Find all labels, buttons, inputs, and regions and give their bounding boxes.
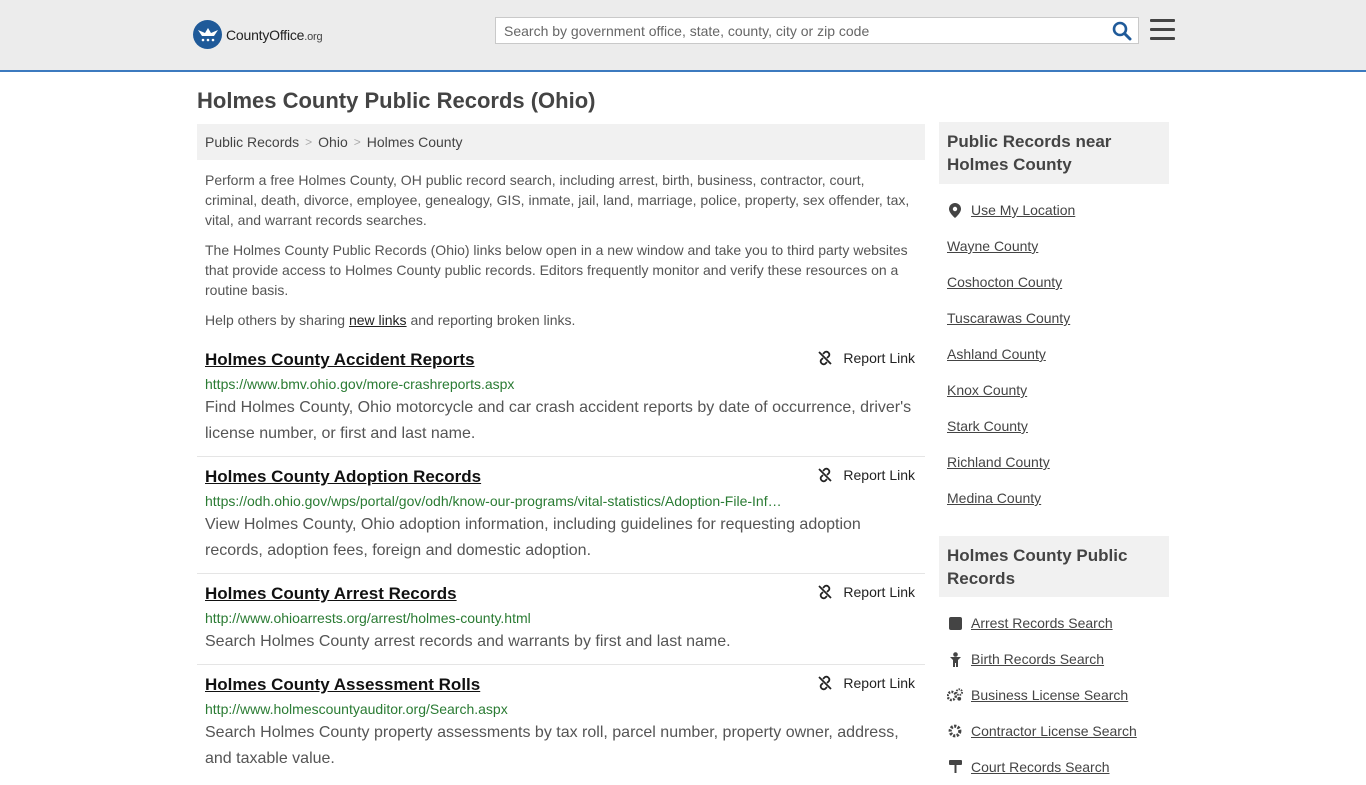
record-item: Holmes County Adoption Records https://o… [197, 466, 925, 574]
map-pin-icon [947, 202, 963, 218]
search-icon[interactable] [1112, 21, 1132, 41]
use-my-location-link[interactable]: Use My Location [971, 202, 1075, 218]
logo-seal-icon [193, 20, 222, 49]
breadcrumb-public-records[interactable]: Public Records [205, 134, 299, 150]
nearby-county-link[interactable]: Tuscarawas County [947, 310, 1070, 326]
record-link-item[interactable]: Birth Records Search [947, 641, 1169, 677]
nearby-county-item[interactable]: Richland County [947, 444, 1169, 480]
gavel-icon [947, 759, 963, 775]
report-link-button[interactable]: Report Link [817, 584, 915, 600]
record-description: Search Holmes County arrest records and … [205, 633, 731, 650]
nearby-county-item[interactable]: Medina County [947, 480, 1169, 516]
intro-paragraph: Perform a free Holmes County, OH public … [205, 172, 910, 228]
gear-icon [947, 723, 963, 739]
record-url[interactable]: http://www.holmescountyauditor.org/Searc… [205, 699, 785, 719]
breadcrumb-ohio[interactable]: Ohio [318, 134, 348, 150]
record-title-link[interactable]: Holmes County Arrest Records [205, 583, 917, 605]
breadcrumb-separator: > [305, 135, 313, 149]
nearby-county-link[interactable]: Wayne County [947, 238, 1038, 254]
record-link-item[interactable]: Court Records Search [947, 749, 1169, 785]
broken-link-icon [818, 467, 833, 483]
nearby-county-link[interactable]: Medina County [947, 490, 1041, 506]
record-link-item[interactable]: Contractor License Search [947, 713, 1169, 749]
contractor-license-link[interactable]: Contractor License Search [971, 723, 1137, 739]
breadcrumb: Public Records > Ohio > Holmes County [197, 124, 925, 160]
arrest-records-link[interactable]: Arrest Records Search [971, 615, 1113, 631]
baby-icon [947, 651, 963, 667]
report-link-button[interactable]: Report Link [817, 467, 915, 483]
nearby-county-item[interactable]: Tuscarawas County [947, 300, 1169, 336]
record-url[interactable]: https://odh.ohio.gov/wps/portal/gov/odh/… [205, 491, 785, 511]
nearby-county-item[interactable]: Stark County [947, 408, 1169, 444]
nearby-county-link[interactable]: Knox County [947, 382, 1027, 398]
record-item: Holmes County Assessment Rolls http://ww… [197, 674, 925, 768]
record-item: Holmes County Arrest Records http://www.… [197, 583, 925, 665]
nearby-county-item[interactable]: Coshocton County [947, 264, 1169, 300]
nearby-county-link[interactable]: Stark County [947, 418, 1028, 434]
county-records-heading: Holmes County Public Records [939, 536, 1169, 597]
birth-records-link[interactable]: Birth Records Search [971, 651, 1104, 667]
breadcrumb-current: Holmes County [366, 134, 463, 150]
record-title-link[interactable]: Holmes County Adoption Records [205, 466, 917, 488]
gears-icon [947, 687, 963, 703]
record-url[interactable]: https://www.bmv.ohio.gov/more-crashrepor… [205, 374, 785, 394]
hamburger-menu-icon[interactable] [1150, 19, 1175, 41]
record-item: Holmes County Accident Reports https://w… [197, 349, 925, 457]
search-box [495, 17, 1139, 44]
record-link-item[interactable]: Business License Search [947, 677, 1169, 713]
county-records-list: Arrest Records Search Birth Records Sear… [947, 605, 1169, 785]
site-logo[interactable]: CountyOffice.org [193, 20, 323, 49]
breadcrumb-separator: > [353, 135, 361, 149]
record-description: Search Holmes County property assessment… [205, 724, 899, 767]
record-title-link[interactable]: Holmes County Assessment Rolls [205, 674, 917, 696]
record-title-link[interactable]: Holmes County Accident Reports [205, 349, 917, 371]
broken-link-icon [818, 350, 833, 366]
nearby-county-link[interactable]: Coshocton County [947, 274, 1062, 290]
record-description: View Holmes County, Ohio adoption inform… [205, 516, 861, 559]
use-my-location-item[interactable]: Use My Location [947, 192, 1169, 228]
record-description: Find Holmes County, Ohio motorcycle and … [205, 399, 912, 442]
logo-text: CountyOffice.org [226, 26, 323, 43]
top-bar: CountyOffice.org [0, 0, 1366, 72]
new-links-link[interactable]: new links [349, 312, 407, 328]
nearby-records-heading: Public Records near Holmes County [939, 122, 1169, 184]
report-link-button[interactable]: Report Link [817, 350, 915, 366]
business-license-link[interactable]: Business License Search [971, 687, 1128, 703]
nearby-county-item[interactable]: Knox County [947, 372, 1169, 408]
disclaimer-paragraph: The Holmes County Public Records (Ohio) … [205, 242, 908, 298]
nearby-county-link[interactable]: Richland County [947, 454, 1050, 470]
search-input[interactable] [496, 18, 1112, 43]
record-link-item[interactable]: Arrest Records Search [947, 605, 1169, 641]
broken-link-icon [818, 675, 833, 691]
nearby-county-item[interactable]: Wayne County [947, 228, 1169, 264]
arrest-icon [947, 615, 963, 631]
page-title: Holmes County Public Records (Ohio) [197, 88, 596, 113]
record-url[interactable]: http://www.ohioarrests.org/arrest/holmes… [205, 608, 785, 628]
nearby-counties-list: Use My Location Wayne County Coshocton C… [947, 192, 1169, 516]
nearby-county-item[interactable]: Ashland County [947, 336, 1169, 372]
report-link-button[interactable]: Report Link [817, 675, 915, 691]
court-records-link[interactable]: Court Records Search [971, 759, 1110, 775]
share-paragraph: Help others by sharing new links and rep… [205, 312, 576, 328]
broken-link-icon [818, 584, 833, 600]
nearby-county-link[interactable]: Ashland County [947, 346, 1046, 362]
